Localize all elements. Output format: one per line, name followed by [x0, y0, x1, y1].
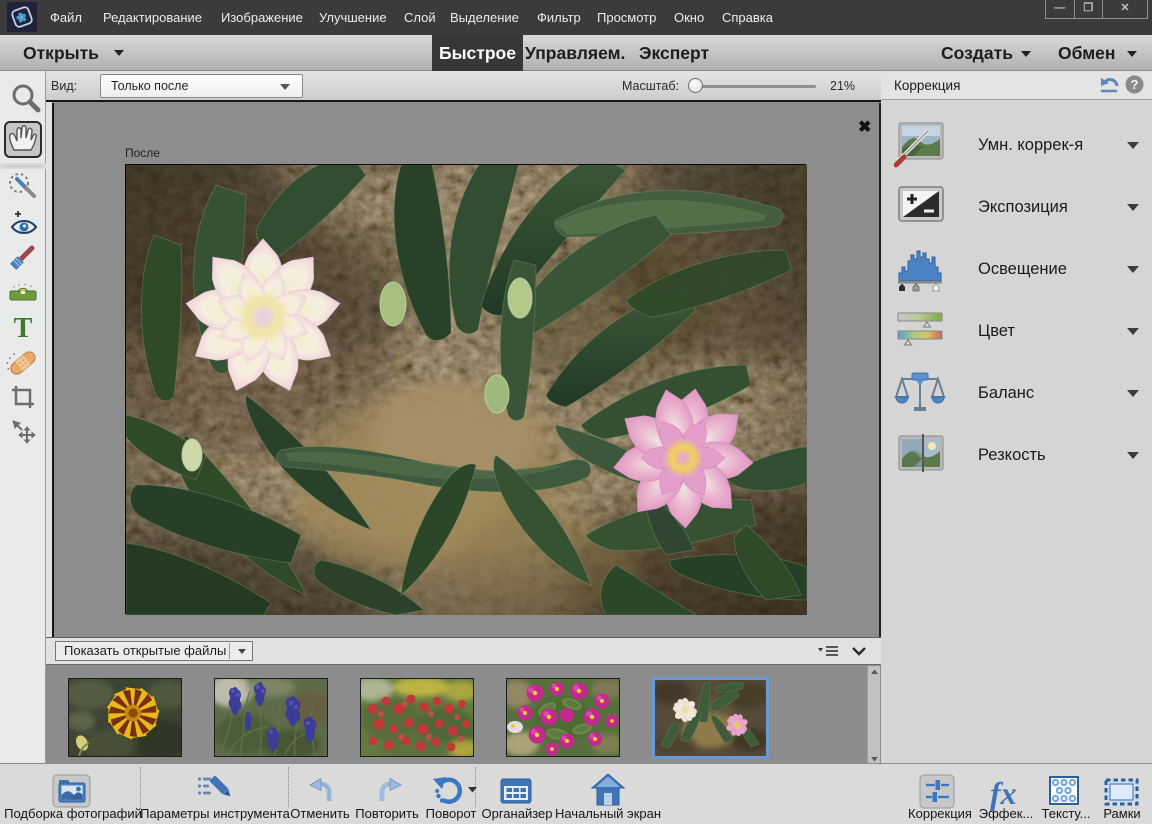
svg-text:fx: fx	[990, 775, 1017, 811]
svg-text:T: T	[14, 313, 33, 344]
svg-text:?: ?	[1131, 77, 1139, 92]
